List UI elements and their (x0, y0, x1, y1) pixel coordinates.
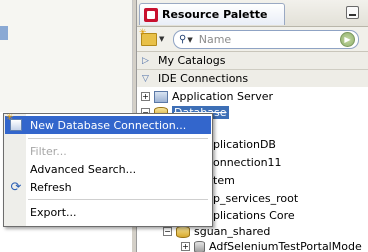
menu-item-refresh[interactable]: ⟳ Refresh (5, 178, 211, 196)
schema-icon (194, 240, 205, 252)
tree-item-label: Application Server (172, 90, 274, 103)
editor-gutter (0, 0, 133, 112)
section-label: IDE Connections (158, 72, 249, 85)
menu-icon-slot (5, 143, 27, 159)
tree-item[interactable]: plicationDB (213, 137, 276, 152)
tree-item-label: plications Core (213, 209, 295, 222)
new-connection-icon (6, 113, 22, 131)
new-folder-icon: ✳ (139, 28, 157, 46)
binoculars-icon[interactable]: ⚲ (179, 34, 186, 45)
go-icon[interactable]: ▶ (340, 32, 355, 47)
tree-item-label: AdfSeleniumTestPortalMode (209, 240, 362, 252)
menu-separator (28, 138, 208, 139)
chevron-down-icon: ▼ (159, 35, 165, 43)
menu-item-new-database-connection[interactable]: New Database Connection... (5, 113, 211, 134)
menu-item-advanced-search[interactable]: Advanced Search... (5, 160, 211, 178)
menu-icon-slot (5, 113, 27, 133)
minimize-button[interactable] (346, 6, 359, 19)
section-label: My Catalogs (158, 54, 226, 67)
menu-item-label: New Database Connection... (30, 118, 187, 132)
tree-item[interactable]: plications Core (213, 208, 295, 223)
search-input[interactable] (196, 32, 321, 47)
server-icon (154, 90, 168, 103)
tree-item-label: p_services_root (213, 192, 299, 205)
resource-palette-tab[interactable]: Resource Palette (139, 3, 285, 25)
tree-item[interactable]: p_services_root (213, 191, 298, 206)
menu-item-label: Advanced Search... (30, 162, 137, 176)
menu-icon-slot: ⟳ (5, 179, 27, 195)
chevron-down-icon[interactable]: ▼ (187, 36, 192, 44)
expand-icon[interactable]: + (141, 92, 150, 101)
tree-item[interactable]: onnection11 (213, 155, 282, 170)
menu-item-filter[interactable]: Filter... (5, 142, 211, 160)
menu-item-export[interactable]: Export... (5, 203, 211, 221)
star-icon: ✳ (139, 27, 147, 38)
database-icon (176, 225, 190, 238)
context-menu: New Database Connection... Filter... Adv… (3, 113, 213, 227)
expanded-arrow-icon[interactable]: ▽ (142, 74, 156, 84)
palette-title: Resource Palette (162, 8, 268, 21)
collapse-icon[interactable]: − (163, 227, 172, 236)
palette-toolbar: ✳ ▼ ⚲ ▼ ▶ (137, 27, 368, 52)
menu-icon-slot (5, 161, 27, 177)
resource-palette-icon (144, 7, 158, 22)
expand-icon[interactable]: + (181, 242, 190, 251)
collapsed-arrow-icon[interactable]: ▷ (142, 56, 156, 66)
menu-item-label: Filter... (30, 144, 67, 158)
tree-item-label: onnection11 (213, 156, 282, 169)
new-catalog-button[interactable]: ✳ ▼ (139, 28, 167, 48)
menu-item-label: Refresh (30, 180, 72, 194)
search-field[interactable]: ⚲ ▼ ▶ (173, 30, 359, 49)
tree-item[interactable]: tem (213, 173, 235, 188)
editor-tab-marker[interactable] (0, 26, 8, 40)
tree-item-adf-selenium[interactable]: + AdfSeleniumTestPortalMode (181, 239, 362, 252)
tree-item-label: plicationDB (213, 138, 276, 151)
section-ide-connections[interactable]: ▽ IDE Connections (137, 70, 368, 88)
menu-icon-slot (5, 204, 27, 220)
tree-item-application-server[interactable]: + Application Server (141, 89, 273, 104)
tree-item-label: tem (213, 174, 235, 187)
refresh-icon: ⟳ (10, 179, 22, 195)
ide-window: Resource Palette ✳ ▼ ⚲ ▼ ▶ ▷ My Catalogs (0, 0, 368, 252)
menu-item-label: Export... (30, 205, 77, 219)
section-my-catalogs[interactable]: ▷ My Catalogs (137, 52, 368, 70)
menu-separator (28, 199, 208, 200)
palette-titlebar: Resource Palette (137, 0, 368, 27)
